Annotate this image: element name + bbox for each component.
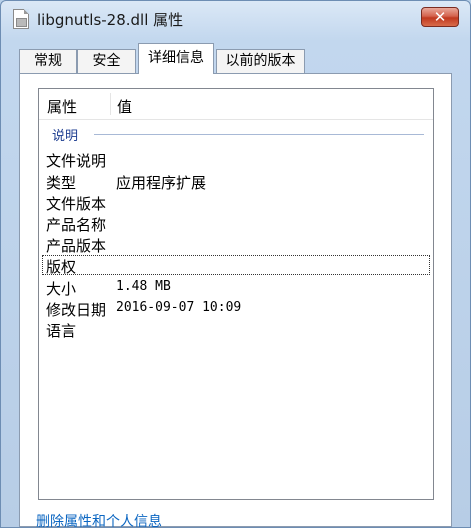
dll-file-icon (13, 9, 29, 29)
list-header: 属性 值 (39, 89, 433, 120)
group-header-description: 说明 (42, 125, 427, 144)
row-property: 产品名称 (46, 216, 107, 234)
column-header-value[interactable]: 值 (117, 96, 132, 117)
group-divider (94, 134, 424, 135)
title-bar[interactable]: libgnutls-28.dll 属性 ✕ (1, 1, 470, 41)
column-divider[interactable] (110, 93, 111, 115)
row-property: 文件说明 (46, 152, 107, 170)
row-property: 文件版本 (46, 195, 107, 213)
close-button[interactable]: ✕ (421, 7, 459, 27)
row-file-description[interactable]: 文件说明 (42, 149, 430, 170)
row-property: 修改日期 (46, 301, 107, 319)
remove-properties-link[interactable]: 删除属性和个人信息 (36, 511, 162, 527)
tab-details[interactable]: 详细信息 (138, 43, 214, 74)
row-property: 大小 (46, 280, 77, 298)
tab-general[interactable]: 常规 (19, 49, 77, 73)
row-property: 产品版本 (46, 237, 107, 255)
row-property: 语言 (46, 322, 77, 340)
properties-window: libgnutls-28.dll 属性 ✕ 常规 安全 详细信息 以前的版本 属… (0, 0, 471, 528)
details-panel: 属性 值 说明 文件说明 类型 应用程序扩展 文件版本 产品名称 产品版本 版权… (19, 73, 452, 527)
column-header-property[interactable]: 属性 (47, 96, 77, 117)
row-type[interactable]: 类型 应用程序扩展 (42, 171, 430, 192)
group-label: 说明 (52, 129, 79, 144)
row-copyright[interactable]: 版权 (42, 255, 430, 276)
tab-previous-versions[interactable]: 以前的版本 (216, 49, 305, 73)
row-property: 版权 (46, 258, 77, 276)
window-title: libgnutls-28.dll 属性 (37, 11, 184, 29)
row-property: 类型 (46, 174, 77, 192)
row-product-name[interactable]: 产品名称 (42, 213, 430, 234)
row-size[interactable]: 大小 1.48 MB (42, 277, 430, 298)
row-file-version[interactable]: 文件版本 (42, 192, 430, 213)
row-date-modified[interactable]: 修改日期 2016-09-07 10:09 (42, 298, 430, 319)
row-value: 2016-09-07 10:09 (116, 300, 242, 315)
row-language[interactable]: 语言 (42, 319, 430, 340)
tab-strip: 常规 安全 详细信息 以前的版本 (1, 41, 470, 75)
details-list[interactable]: 属性 值 说明 文件说明 类型 应用程序扩展 文件版本 产品名称 产品版本 版权… (38, 88, 434, 500)
row-product-version[interactable]: 产品版本 (42, 234, 430, 255)
row-value: 1.48 MB (116, 279, 171, 294)
row-value: 应用程序扩展 (116, 174, 207, 192)
tab-security[interactable]: 安全 (77, 49, 136, 73)
